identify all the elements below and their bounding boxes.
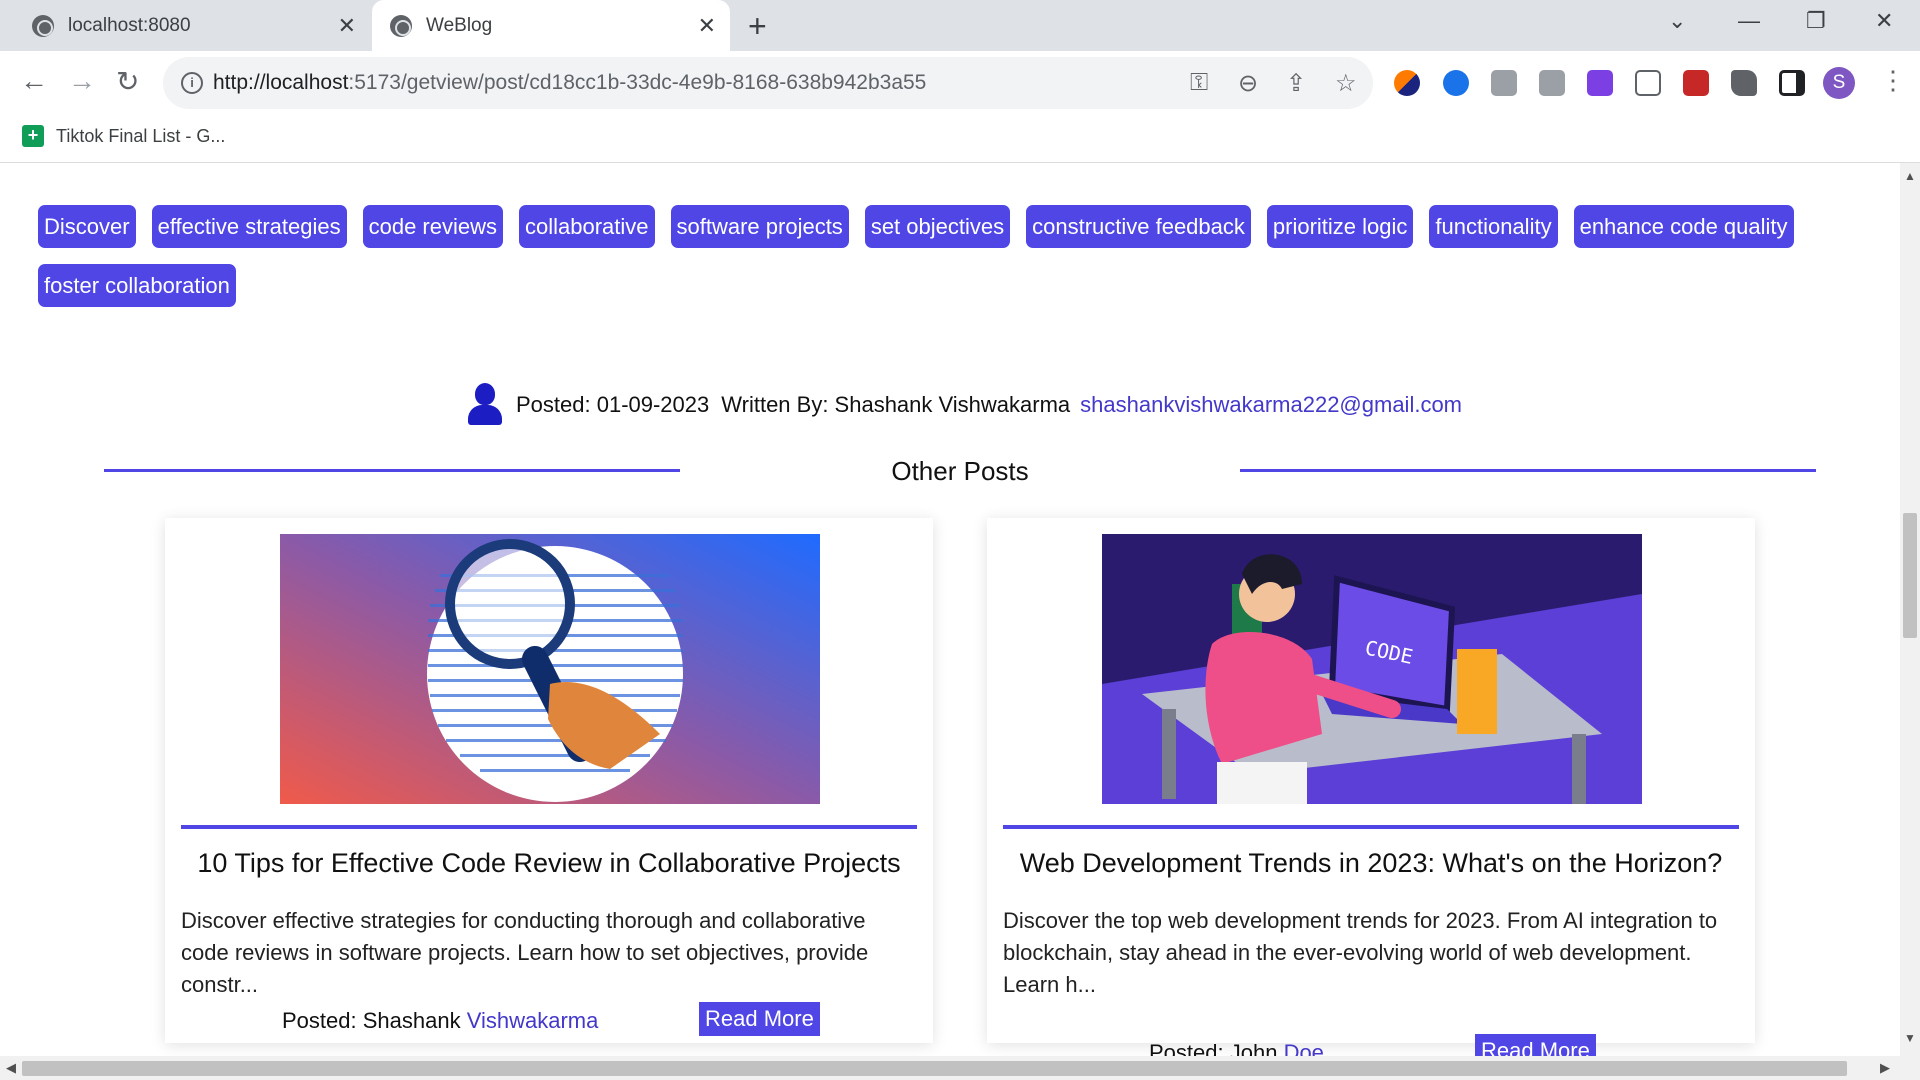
author-email-link[interactable]: shashankvishwakarma222@gmail.com xyxy=(1080,392,1462,418)
scroll-right-icon[interactable]: ▶ xyxy=(1880,1060,1890,1076)
close-icon[interactable]: ✕ xyxy=(698,13,716,39)
post-description: Discover effective strategies for conduc… xyxy=(181,908,869,997)
page-viewport: Discover effective strategies code revie… xyxy=(0,163,1900,1056)
tag-chip[interactable]: foster collaboration xyxy=(38,264,236,307)
author-name: Written By: Shashank Vishwakarma xyxy=(721,392,1071,417)
post-card: 10 Tips for Effective Code Review in Col… xyxy=(165,518,933,1043)
tag-list: Discover effective strategies code revie… xyxy=(38,205,1838,307)
key-icon[interactable]: ⚿ xyxy=(1190,69,1208,97)
post-description: Discover the top web development trends … xyxy=(1003,908,1718,997)
vertical-scroll-thumb[interactable] xyxy=(1903,513,1917,638)
tag-chip[interactable]: functionality xyxy=(1429,205,1558,248)
bookmark-item[interactable]: Tiktok Final List - G... xyxy=(56,126,225,147)
tab-title: localhost:8080 xyxy=(68,14,191,36)
new-tab-icon[interactable]: + xyxy=(748,8,767,45)
read-more-button[interactable]: Read More xyxy=(1475,1034,1596,1056)
window-close-icon[interactable]: ✕ xyxy=(1875,8,1893,34)
tab-strip: localhost:8080 ✕ WeBlog ✕ + ⌄ — ❐ ✕ xyxy=(0,0,1920,51)
post-thumbnail[interactable] xyxy=(280,534,820,804)
extension-icon[interactable] xyxy=(1683,70,1709,96)
post-author: Posted: Shashank Vishwakarma xyxy=(282,1008,599,1033)
card-divider xyxy=(1003,825,1739,829)
tag-chip[interactable]: effective strategies xyxy=(151,205,347,248)
mail-icon[interactable] xyxy=(1635,70,1661,96)
globe-icon xyxy=(32,14,54,37)
post-title[interactable]: Web Development Trends in 2023: What's o… xyxy=(987,848,1755,879)
extension-icon[interactable] xyxy=(1587,70,1613,96)
divider-right xyxy=(1240,469,1816,472)
posted-date: Posted: 01-09-2023 xyxy=(516,392,710,417)
tag-chip[interactable]: prioritize logic xyxy=(1266,205,1414,248)
back-icon[interactable]: ← xyxy=(20,65,48,97)
read-more-button[interactable]: Read More xyxy=(699,1002,820,1036)
scroll-down-icon[interactable]: ▼ xyxy=(1904,1031,1916,1045)
post-thumbnail[interactable]: CODE xyxy=(1102,534,1642,804)
user-icon xyxy=(468,383,502,427)
address-bar[interactable]: i http://localhost:5173/getview/post/cd1… xyxy=(163,57,1373,109)
tab-weblog[interactable]: WeBlog ✕ xyxy=(372,0,730,51)
puzzle-icon[interactable] xyxy=(1731,70,1757,96)
tag-chip[interactable]: set objectives xyxy=(864,205,1011,248)
horizontal-scroll-thumb[interactable] xyxy=(22,1061,1847,1076)
forward-icon[interactable]: → xyxy=(68,65,96,97)
tab-localhost[interactable]: localhost:8080 ✕ xyxy=(30,0,370,51)
restore-icon[interactable]: ❐ xyxy=(1806,8,1826,34)
author-info: Posted: 01-09-2023 Written By: Shashank … xyxy=(468,383,1462,427)
browser-toolbar: ← → ↻ i http://localhost:5173/getview/po… xyxy=(0,51,1920,115)
scroll-up-icon[interactable]: ▲ xyxy=(1904,169,1916,183)
tag-chip[interactable]: Discover xyxy=(38,205,136,248)
web-dev-illustration: CODE xyxy=(1102,534,1642,804)
url-text[interactable]: http://localhost:5173/getview/post/cd18c… xyxy=(213,71,926,95)
code-review-illustration xyxy=(280,534,820,804)
scroll-left-icon[interactable]: ◀ xyxy=(6,1060,16,1076)
tag-chip[interactable]: enhance code quality xyxy=(1573,205,1794,248)
post-author: Posted: John Doe xyxy=(1149,1040,1324,1056)
tag-chip[interactable]: code reviews xyxy=(362,205,503,248)
side-panel-icon[interactable] xyxy=(1779,70,1805,96)
globe-icon xyxy=(390,14,412,37)
extension-icon[interactable] xyxy=(1443,70,1469,96)
zoom-icon[interactable]: ⊖ xyxy=(1238,69,1258,98)
bookmark-star-icon[interactable]: ☆ xyxy=(1335,69,1357,98)
site-info-icon[interactable]: i xyxy=(181,72,203,94)
extension-icon[interactable] xyxy=(1491,70,1517,96)
reload-icon[interactable]: ↻ xyxy=(116,65,139,98)
tag-chip[interactable]: collaborative xyxy=(519,205,655,248)
vertical-scrollbar[interactable]: ▲ ▼ xyxy=(1900,163,1920,1056)
bookmarks-bar: + Tiktok Final List - G... xyxy=(0,115,1920,163)
share-icon[interactable]: ⇪ xyxy=(1286,69,1306,98)
post-title[interactable]: 10 Tips for Effective Code Review in Col… xyxy=(165,848,933,879)
card-divider xyxy=(181,825,917,829)
minimize-icon[interactable]: — xyxy=(1738,8,1760,34)
horizontal-scrollbar[interactable]: ◀ ▶ xyxy=(0,1056,1920,1080)
tag-chip[interactable]: constructive feedback xyxy=(1026,205,1251,248)
menu-dots-icon[interactable]: ⋮ xyxy=(1880,65,1906,96)
extension-icon[interactable] xyxy=(1394,70,1420,96)
profile-avatar[interactable]: S xyxy=(1823,67,1855,99)
close-icon[interactable]: ✕ xyxy=(338,13,356,39)
tag-chip[interactable]: software projects xyxy=(670,205,849,248)
sheets-icon: + xyxy=(22,125,44,147)
tab-title: WeBlog xyxy=(426,14,493,36)
post-card: CODE Web Development Trends in 2023: Wha… xyxy=(987,518,1755,1056)
extension-icon[interactable] xyxy=(1539,70,1565,96)
tab-search-icon[interactable]: ⌄ xyxy=(1668,8,1686,34)
